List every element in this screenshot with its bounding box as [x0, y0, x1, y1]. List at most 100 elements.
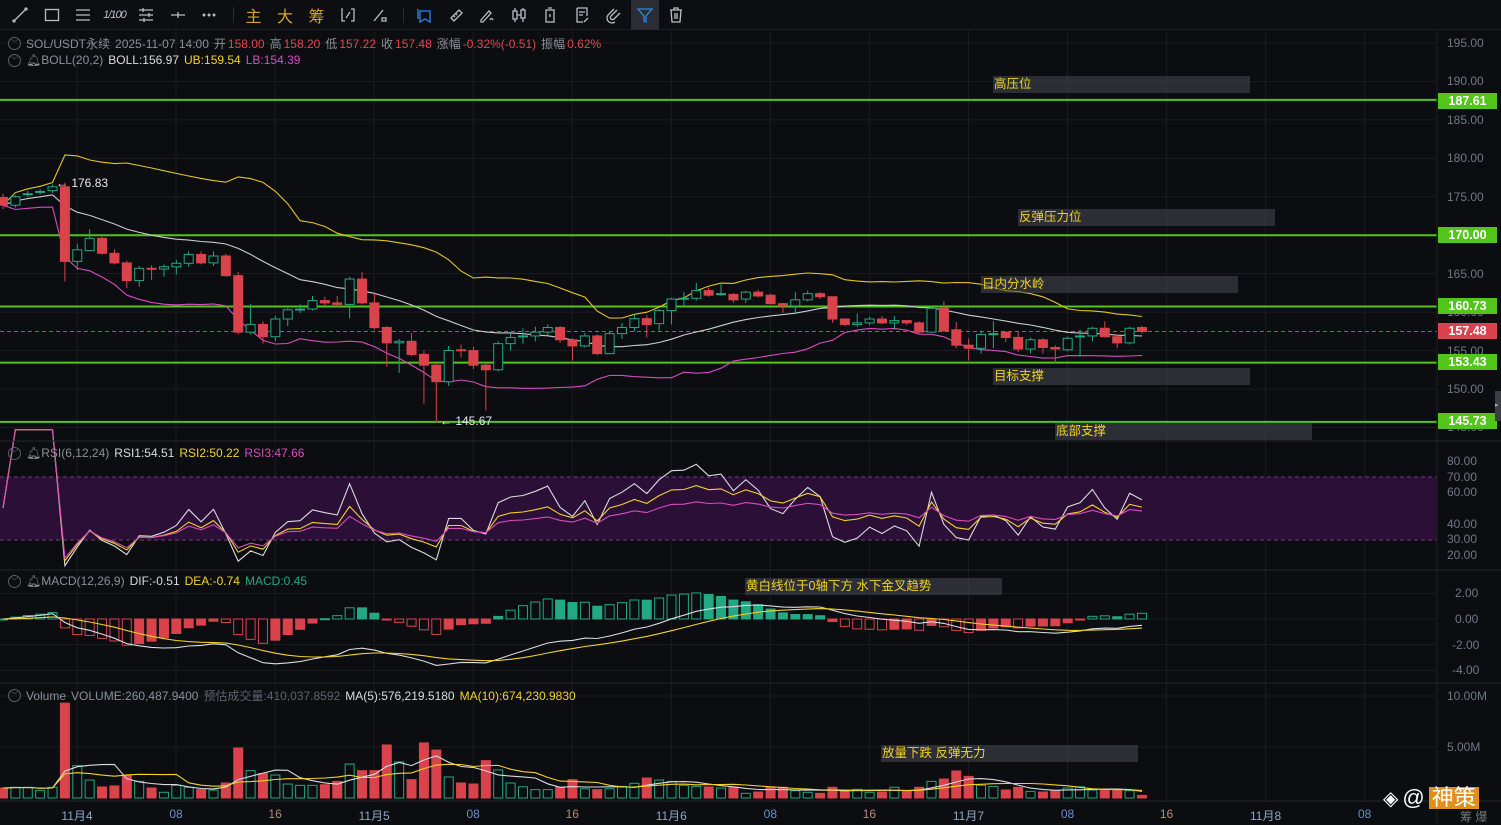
level-badge[interactable]: 187.61 [1438, 93, 1497, 109]
annotation-target-support[interactable]: 目标支撑 [993, 368, 1250, 385]
change-label: 涨幅 [436, 37, 461, 51]
macd-histogram-bar [876, 618, 887, 631]
candle-up [282, 309, 293, 320]
candle-down [1000, 331, 1011, 338]
price-axis-label: 195.00 [1447, 36, 1484, 50]
volume-bar [282, 783, 293, 799]
boll-name[interactable]: BOLL(20,2) [41, 53, 103, 67]
candle-down [146, 267, 157, 270]
macd-histogram-bar [406, 618, 417, 627]
fibonacci-icon[interactable]: 1/100 [101, 0, 129, 30]
bell-icon[interactable]: 🔔︎ [26, 53, 41, 67]
price-axis-label: 190.00 [1447, 74, 1484, 89]
annotation-bottom-support[interactable]: 底部支撑 [1055, 423, 1312, 440]
volume-bar [1099, 789, 1110, 799]
collapse-chevron-icon[interactable]: ﹀ [8, 53, 21, 67]
candle-up [344, 278, 355, 305]
volume-bar [72, 765, 83, 799]
main-indicator-button[interactable]: 主 [240, 0, 268, 30]
drawing-toolbar: 1/100 主 大 筹 [0, 0, 1501, 30]
trend-line-icon[interactable] [6, 0, 34, 30]
macd-histogram-bar [641, 599, 652, 620]
rsi-axis-label: 60.00 [1447, 485, 1478, 500]
collapse-chevron-icon[interactable]: ﹀ [8, 37, 21, 50]
bell-icon[interactable]: 🔔︎ [26, 574, 41, 588]
macd-histogram-bar [815, 615, 826, 620]
rsi-axis-label: 20.00 [1447, 548, 1478, 563]
macd-dif: DIF:-0.51 [129, 574, 180, 588]
annotation-high-pressure[interactable]: 高压位 [993, 76, 1250, 93]
horizontal-line-icon[interactable] [164, 0, 192, 30]
bookmark-icon[interactable] [410, 0, 438, 30]
price-axis-label: 180.00 [1447, 151, 1484, 166]
volume-bar [691, 785, 702, 799]
volume-bar [134, 780, 145, 799]
macd-histogram-bar [357, 607, 368, 620]
level-badge[interactable]: 170.00 [1438, 227, 1497, 243]
candles-icon[interactable] [505, 0, 533, 30]
hide-drawing-icon[interactable] [366, 0, 394, 30]
chip-distribution-button[interactable]: 筹 [303, 0, 331, 30]
candle-down [951, 329, 962, 346]
candle-up [1087, 327, 1098, 337]
candle-up [1075, 335, 1086, 338]
annotation-rebound-pressure[interactable]: 反弹压力位 [1018, 209, 1275, 226]
rsi-name[interactable]: RSI(6,12,24) [41, 446, 109, 460]
level-badge[interactable]: 160.73 [1438, 298, 1497, 314]
volume-bar [901, 790, 912, 799]
note-edit-icon[interactable] [568, 0, 596, 30]
candle-up [976, 333, 987, 349]
ruler-icon[interactable] [442, 0, 470, 30]
level-badge[interactable]: 145.73 [1438, 413, 1497, 429]
volume-bar [1013, 786, 1024, 799]
rectangle-icon[interactable] [38, 0, 66, 30]
volume-bar [394, 761, 405, 799]
macd-histogram-bar [369, 612, 380, 620]
symbol: SOL/USDT永续 [26, 37, 111, 51]
candle-down [97, 237, 108, 254]
volume-bar [629, 782, 640, 799]
magnet-icon[interactable] [599, 0, 627, 30]
horizontal-channel-icon[interactable] [132, 0, 160, 30]
rsi-axis-label: 70.00 [1447, 469, 1478, 484]
time-axis-label: 08 [763, 807, 778, 821]
macd-name[interactable]: MACD(12,26,9) [41, 574, 124, 588]
candle-up [530, 331, 541, 337]
collapse-chevron-icon[interactable]: ﹀ [8, 446, 21, 460]
volume-bar [233, 747, 244, 799]
brush-icon[interactable] [473, 0, 501, 30]
volume-bar [976, 784, 987, 799]
macd-histogram-bar [1087, 615, 1098, 620]
macd-histogram-bar [530, 601, 541, 620]
collapse-chevron-icon[interactable]: ﹀ [8, 574, 21, 588]
volume-bar [418, 742, 429, 799]
macd-histogram-bar [394, 618, 405, 623]
rsi3-value: RSI3:47.66 [244, 446, 305, 460]
more-icon[interactable] [195, 0, 223, 30]
candle-up [542, 326, 553, 333]
candle-down [555, 326, 566, 341]
collapse-chevron-icon[interactable]: ﹀ [8, 689, 21, 702]
candle-down [406, 340, 417, 355]
parallel-lines-icon[interactable] [69, 0, 97, 30]
filter-icon[interactable] [630, 0, 659, 30]
volume-name[interactable]: Volume [26, 689, 66, 703]
macd-value: MACD:0.45 [244, 574, 308, 588]
candle-down [456, 349, 467, 352]
annotation-volume[interactable]: 放量下跌 反弹无力 [881, 745, 1138, 762]
annotation-macd[interactable]: 黄白线位于0轴下方 水下金叉趋势 [745, 578, 1002, 595]
volume-bar [158, 791, 169, 799]
candle-down [914, 322, 925, 333]
panel-expand-handle[interactable]: ▸ [1495, 391, 1501, 421]
candle-down [567, 339, 578, 347]
large-order-button[interactable]: 大 [271, 0, 299, 30]
trash-icon[interactable] [662, 0, 690, 30]
annotation-intraday-divide[interactable]: 日内分水岭 [981, 276, 1238, 293]
sync-drawing-icon[interactable] [334, 0, 362, 30]
timer-icon[interactable] [536, 0, 564, 30]
macd-histogram-bar [245, 618, 256, 640]
bell-icon[interactable]: 🔔︎ [26, 446, 41, 460]
macd-histogram-bar [1124, 613, 1135, 620]
level-badge[interactable]: 153.43 [1438, 354, 1497, 370]
macd-histogram-bar [134, 618, 145, 645]
